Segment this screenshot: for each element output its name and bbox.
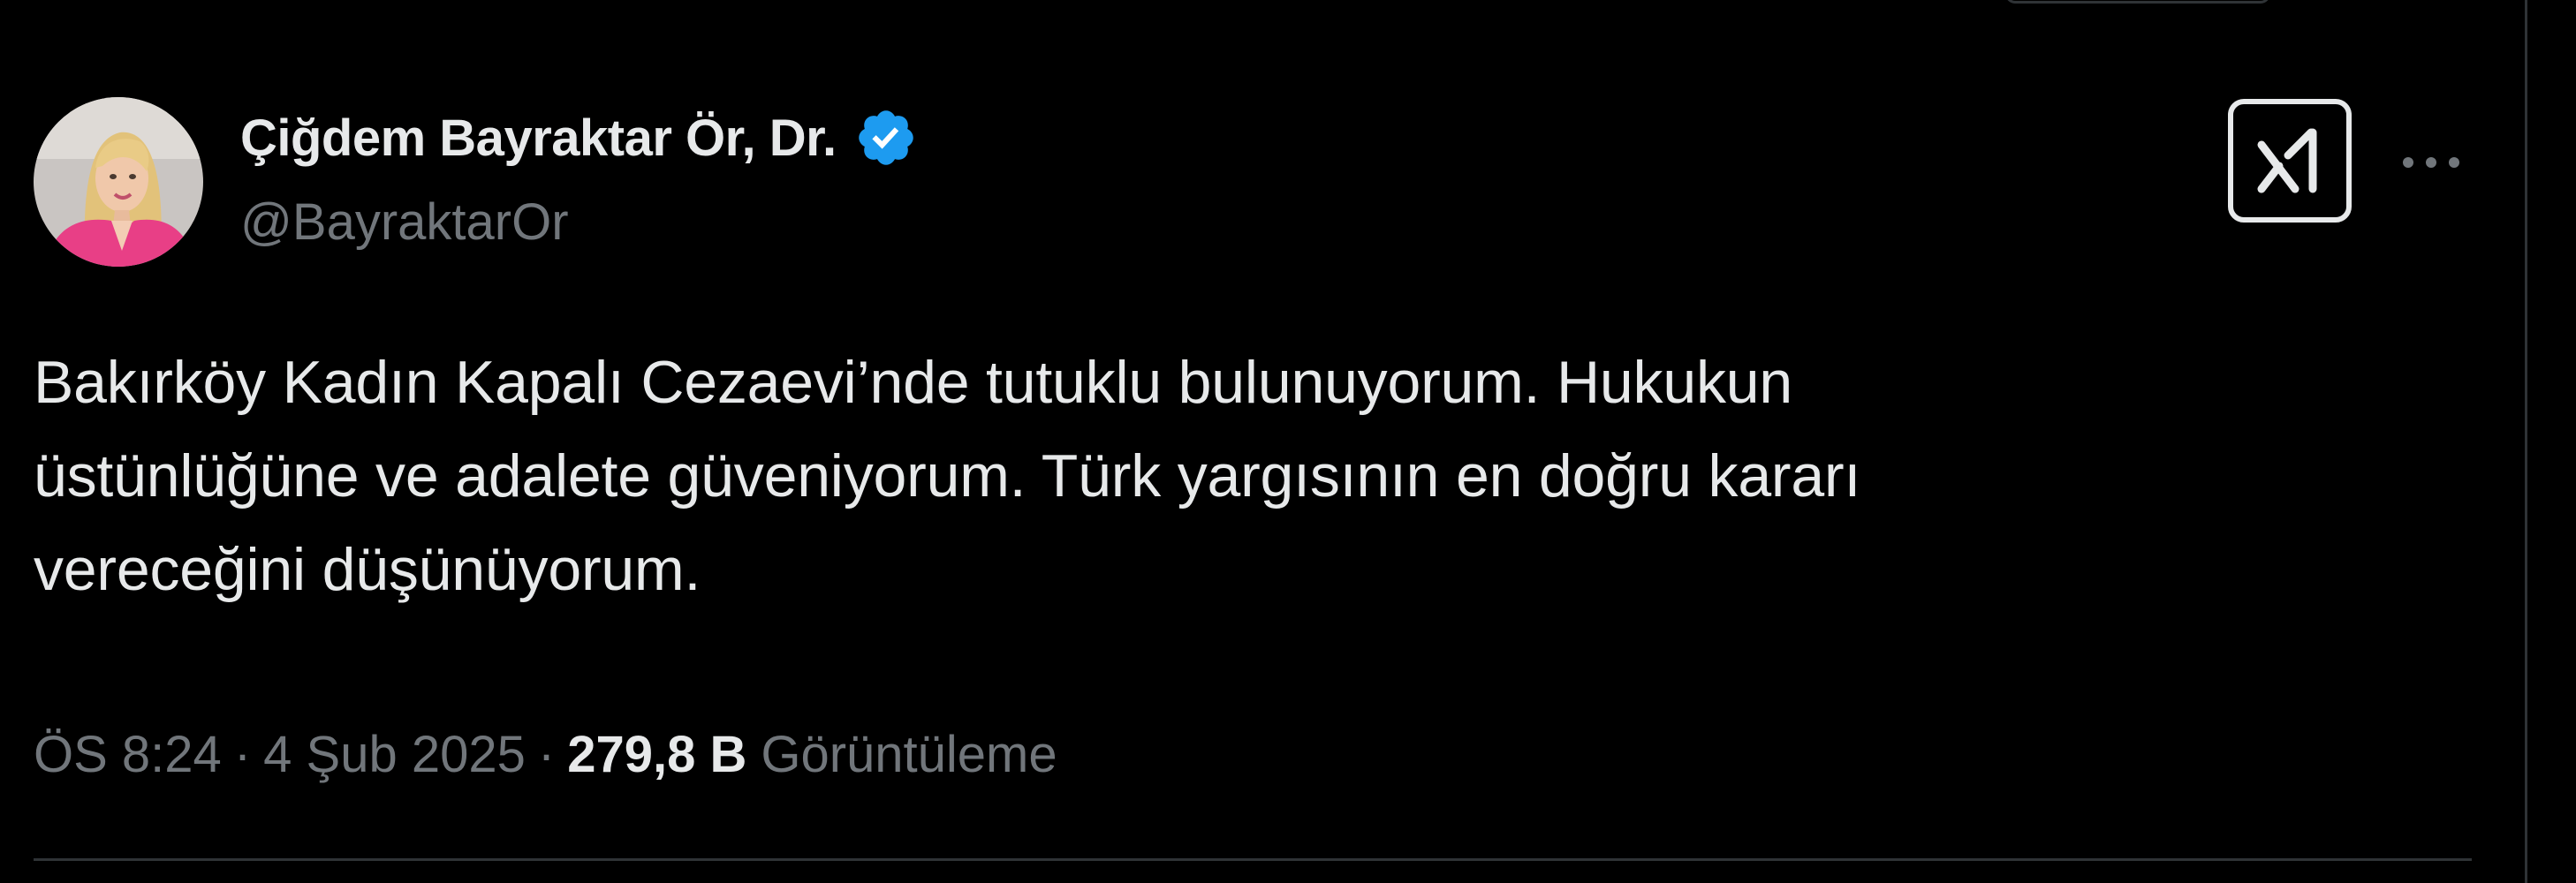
tweet-time[interactable]: ÖS 8:24: [34, 725, 222, 784]
more-options-icon: [2403, 157, 2459, 168]
tweet-text-line: vereceğini düşünüyorum.: [34, 536, 701, 603]
meta-separator: ·: [537, 725, 556, 783]
avatar[interactable]: [34, 97, 203, 267]
grok-button[interactable]: [2228, 99, 2352, 223]
tweet-text: Bakırköy Kadın Kapalı Cezaevi’nde tutukl…: [34, 336, 2366, 616]
tweet-text-line: üstünlüğüne ve adalete güveniyorum. Türk…: [34, 442, 1861, 509]
meta-separator: ·: [233, 725, 252, 783]
tweet-date[interactable]: 4 Şub 2025: [263, 725, 526, 784]
views-count[interactable]: 279,8 B: [567, 725, 746, 784]
verified-badge-icon[interactable]: [854, 106, 918, 170]
author-display-name[interactable]: Çiğdem Bayraktar Ör, Dr.: [240, 109, 837, 168]
tweet-divider: [34, 858, 2472, 861]
top-pill-button[interactable]: [2005, 0, 2270, 4]
views-label: Görüntüleme: [761, 725, 1057, 783]
tweet-meta: ÖS 8:24 · 4 Şub 2025 · 279,8 B Görüntüle…: [34, 719, 1057, 789]
author-name-row[interactable]: Çiğdem Bayraktar Ör, Dr.: [240, 104, 918, 171]
author-handle[interactable]: @BayraktarOr: [240, 192, 569, 252]
column-divider: [2525, 0, 2527, 883]
profile-avatar-image: [34, 97, 203, 267]
more-options-button[interactable]: [2394, 125, 2468, 200]
grok-icon: [2257, 128, 2317, 193]
tweet-text-line: Bakırköy Kadın Kapalı Cezaevi’nde tutukl…: [34, 349, 1792, 416]
